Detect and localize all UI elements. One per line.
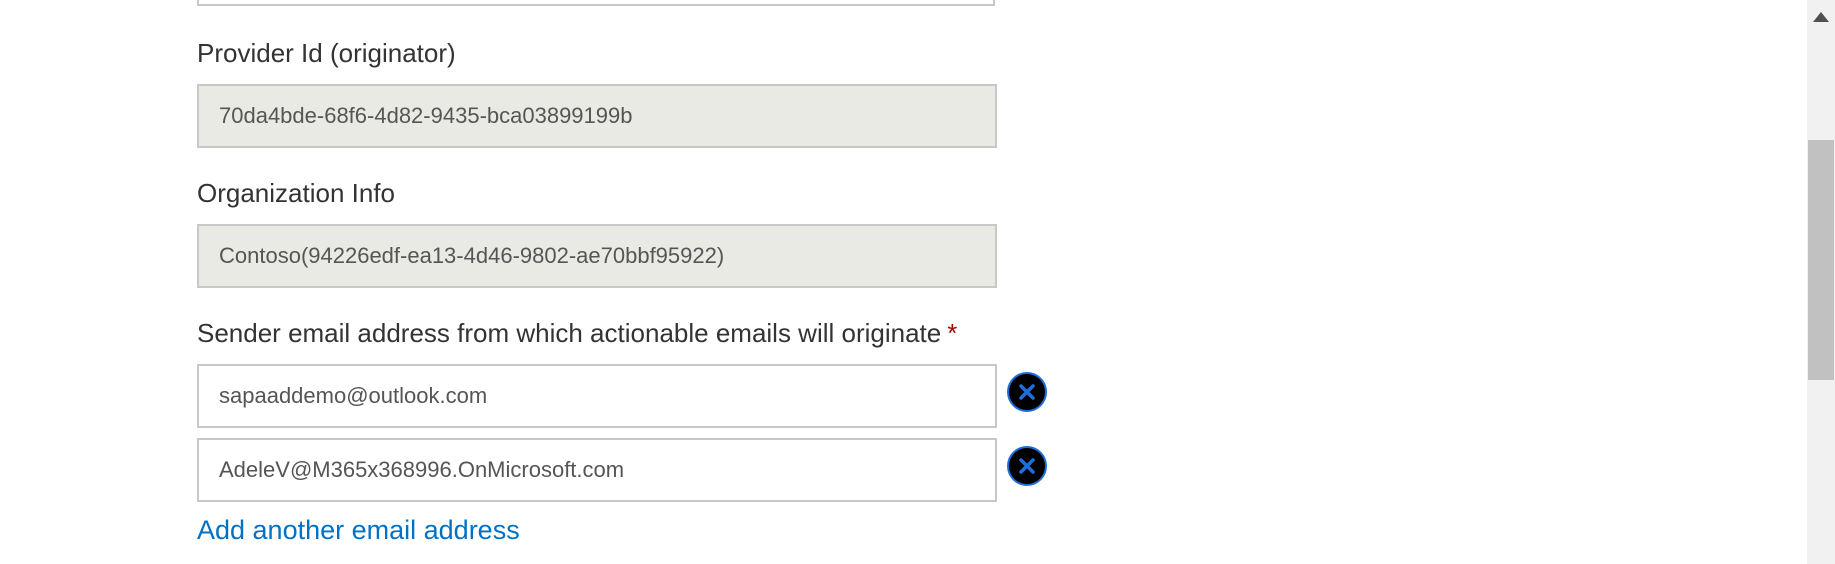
provider-id-label: Provider Id (originator): [197, 38, 456, 68]
add-email-link[interactable]: Add another email address: [197, 515, 520, 546]
remove-email-button-2[interactable]: [1007, 446, 1047, 486]
remove-email-button-1[interactable]: [1007, 372, 1047, 412]
sender-email-label: Sender email address from which actionab…: [197, 318, 942, 348]
scroll-up-button[interactable]: [1807, 0, 1835, 34]
page: Provider Id (originator) 70da4bde-68f6-4…: [0, 0, 1835, 564]
scrollbar-thumb[interactable]: [1808, 140, 1834, 380]
previous-field-box[interactable]: [197, 0, 995, 6]
close-circle-icon: [1019, 384, 1035, 400]
sender-email-input-1[interactable]: sapaaddemo@outlook.com: [197, 364, 997, 428]
sender-email-label-row: Sender email address from which actionab…: [197, 318, 957, 349]
sender-email-input-2[interactable]: AdeleV@M365x368996.OnMicrosoft.com: [197, 438, 997, 502]
required-marker: *: [947, 318, 958, 348]
close-circle-icon: [1019, 458, 1035, 474]
provider-id-field: 70da4bde-68f6-4d82-9435-bca03899199b: [197, 84, 997, 148]
organization-info-field: Contoso(94226edf-ea13-4d46-9802-ae70bbf9…: [197, 224, 997, 288]
caret-up-icon: [1813, 12, 1829, 22]
organization-info-label: Organization Info: [197, 178, 396, 208]
